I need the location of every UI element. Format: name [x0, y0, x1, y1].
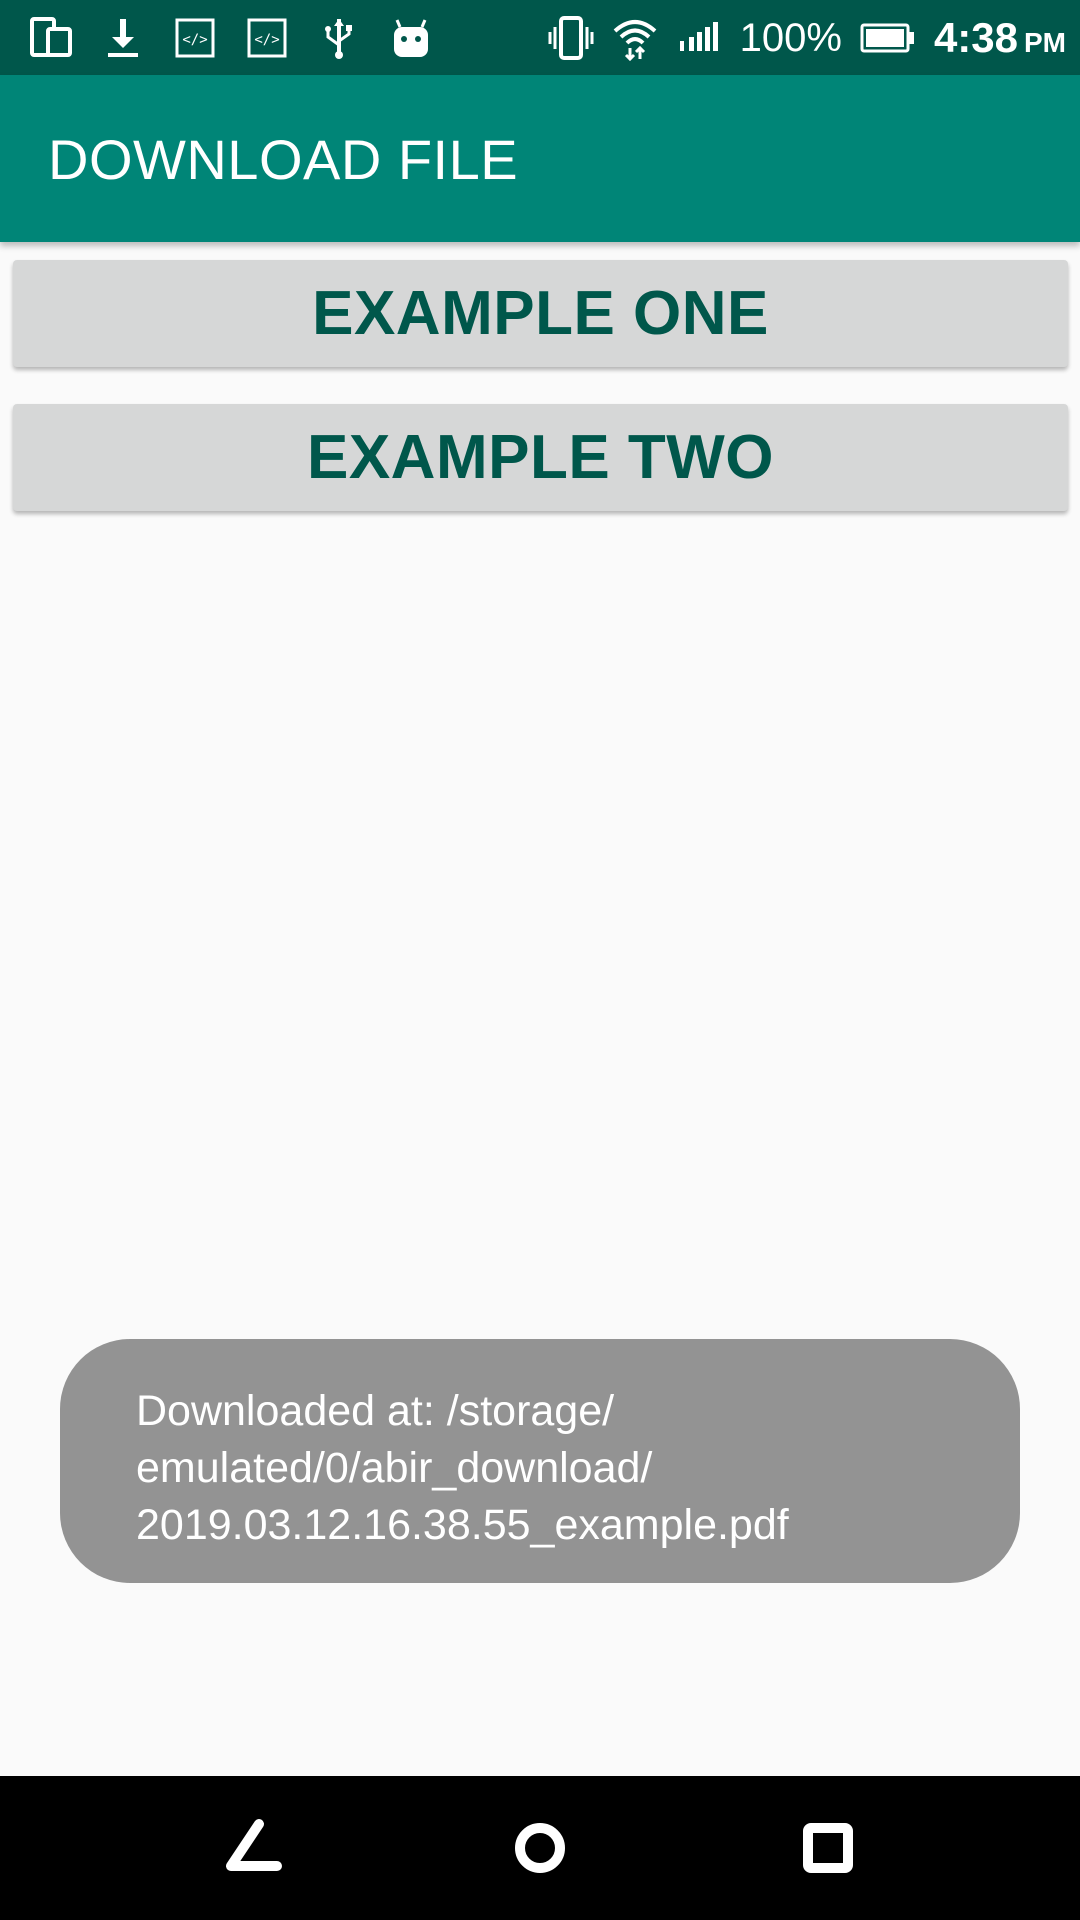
vibrate-icon: [548, 16, 594, 60]
navigation-bar: [0, 1776, 1080, 1920]
download-icon: [108, 19, 138, 57]
toast-line: Downloaded at: /storage/: [136, 1387, 615, 1435]
download-toast: Downloaded at: /storage/ emulated/0/abir…: [60, 1339, 1020, 1583]
example-two-button[interactable]: EXAMPLE TWO: [13, 404, 1068, 511]
usb-icon: [325, 19, 352, 59]
system-status: 100% 4:38 PM: [548, 10, 1066, 66]
clock-ampm: PM: [1024, 27, 1066, 58]
toast-line: 2019.03.12.16.38.55_example.pdf: [136, 1501, 789, 1549]
phone-tablet-icon: [30, 17, 72, 57]
notification-icons: </> </>: [28, 12, 434, 64]
home-icon: [515, 1823, 565, 1873]
status-bar: </> </> 100% 4:38 PM: [0, 0, 1080, 75]
clock: 4:38 PM: [934, 17, 1066, 59]
battery-percent: 100%: [739, 16, 842, 60]
android-icon: [394, 19, 428, 57]
clock-time: 4:38: [933, 14, 1018, 61]
recents-button[interactable]: [778, 1798, 878, 1898]
svg-text:</>: </>: [254, 32, 279, 48]
app-bar: DOWNLOAD FILE: [0, 75, 1080, 242]
svg-text:</>: </>: [182, 32, 207, 48]
battery-icon: [860, 23, 914, 53]
home-button[interactable]: [490, 1798, 590, 1898]
app-title: DOWNLOAD FILE: [48, 128, 519, 191]
code-icon: </>: [247, 18, 287, 58]
back-button[interactable]: [203, 1798, 303, 1898]
wifi-icon: [613, 20, 656, 61]
code-icon: </>: [175, 18, 215, 58]
example-one-button[interactable]: EXAMPLE ONE: [13, 260, 1068, 367]
recents-icon: [803, 1823, 853, 1873]
signal-icon: [679, 22, 718, 51]
toast-line: emulated/0/abir_download/: [136, 1444, 653, 1492]
back-icon: [226, 1819, 282, 1871]
